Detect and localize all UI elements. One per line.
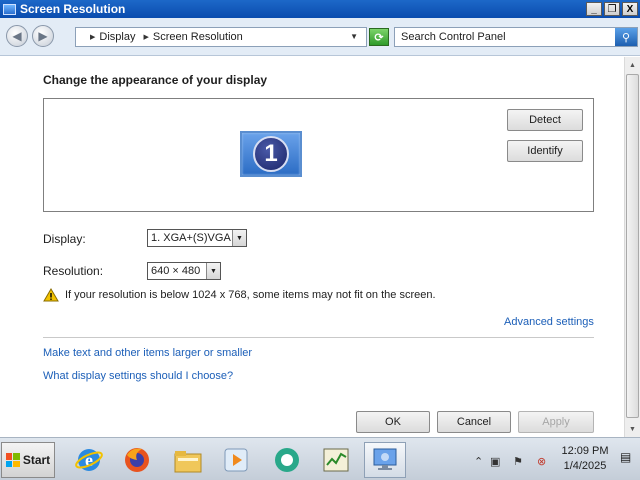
vertical-scrollbar[interactable]: ▲ ▼ [624,57,640,437]
breadcrumb[interactable]: ▶ Display ▶ Screen Resolution ▼ [75,27,367,47]
monitor-number: 1 [253,136,289,172]
clock-date: 1/4/2025 [563,460,607,472]
text-size-link[interactable]: Make text and other items larger or smal… [43,347,252,359]
display-select[interactable]: 1. XGA+(S)VGA ▼ [147,229,247,247]
back-button[interactable]: ◀ [6,25,28,47]
forward-button[interactable]: ▶ [32,25,54,47]
close-button[interactable]: X [622,2,638,16]
cancel-button[interactable]: Cancel [437,411,511,433]
chevron-down-icon[interactable]: ▼ [350,32,358,41]
window-title: Screen Resolution [20,2,126,16]
detect-button[interactable]: Detect [507,109,583,131]
resolution-warning: If your resolution is below 1024 x 768, … [43,288,436,302]
volume-muted-icon[interactable]: ⊗ [537,455,546,468]
firefox-icon[interactable] [116,442,158,478]
breadcrumb-item-screen-resolution[interactable]: ▶ Screen Resolution [143,31,242,43]
scroll-down-icon[interactable]: ▼ [625,421,640,437]
windows-logo-icon [5,453,20,467]
scroll-up-icon[interactable]: ▲ [625,57,640,73]
address-bar: ◀ ▶ ▶ Display ▶ Screen Resolution ▼ ⟳ ⚲ [0,18,640,56]
search-icon[interactable]: ⚲ [615,28,637,46]
notification-icon[interactable]: ▤ [620,450,631,464]
task-manager-icon[interactable] [315,442,357,478]
display-app-icon [3,3,16,15]
show-hidden-icons-icon[interactable]: ⌃ [474,455,483,468]
resolution-select[interactable]: 640 × 480 ▼ [147,262,221,280]
network-icon[interactable]: ▣ [490,455,500,468]
divider [43,337,594,338]
restore-button[interactable]: ❐ [604,2,620,16]
breadcrumb-chevron-icon: ▶ [90,34,96,41]
control-panel-icon[interactable] [364,442,406,478]
chevron-down-icon: ▼ [232,230,246,246]
chevron-down-icon: ▼ [206,263,220,279]
internet-explorer-icon[interactable]: e [68,442,110,478]
chat-app-icon[interactable] [266,442,308,478]
breadcrumb-chevron-icon: ▶ [143,34,149,41]
system-clock[interactable]: 12:09 PM 1/4/2025 [560,444,610,474]
ok-button[interactable]: OK [356,411,430,433]
display-select-value: 1. XGA+(S)VGA [151,232,231,244]
breadcrumb-item-display[interactable]: ▶ Display [90,31,135,43]
media-player-icon[interactable] [215,442,257,478]
monitor-arrangement-area: 1 Detect Identify [43,98,594,212]
minimize-button[interactable]: _ [586,2,602,16]
taskbar: Start e ⌃ ▣ ⚑ ⊗ 12:09 PM 1/4/2025 ▤ [0,437,640,480]
display-label: Display: [43,232,86,246]
search-box[interactable]: ⚲ [394,27,638,47]
start-button[interactable]: Start [1,442,55,478]
advanced-settings-link[interactable]: Advanced settings [504,316,594,328]
search-input[interactable] [395,31,609,43]
clock-time: 12:09 PM [561,445,609,457]
action-center-flag-icon[interactable]: ⚑ [513,455,523,468]
forward-arrow-icon: ▶ [38,29,48,43]
warning-text: If your resolution is below 1024 x 768, … [65,289,436,301]
identify-button[interactable]: Identify [507,140,583,162]
resolution-label: Resolution: [43,264,104,278]
file-explorer-icon[interactable] [167,442,209,478]
monitor-1-icon[interactable]: 1 [240,131,302,177]
resolution-select-value: 640 × 480 [151,265,201,277]
refresh-button[interactable]: ⟳ [369,28,389,46]
main-content: Change the appearance of your display 1 … [0,57,624,437]
back-arrow-icon: ◀ [12,29,22,43]
refresh-icon: ⟳ [374,31,384,44]
display-settings-help-link[interactable]: What display settings should I choose? [43,370,233,382]
warning-icon [43,288,59,302]
page-title: Change the appearance of your display [43,73,268,87]
title-bar: Screen Resolution _ ❐ X [0,0,640,18]
scrollbar-thumb[interactable] [626,74,639,418]
apply-button[interactable]: Apply [518,411,594,433]
